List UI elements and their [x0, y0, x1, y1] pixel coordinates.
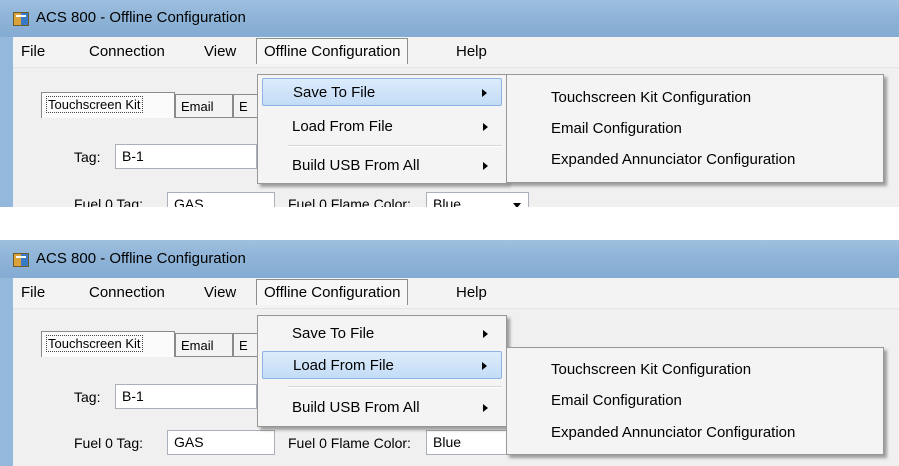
screenshot-panel-save: ACS 800 - Offline Configuration File Con…: [0, 0, 899, 207]
offline-configuration-menu: Save To File Load From File Build USB Fr…: [257, 315, 507, 427]
menu-save-to-file[interactable]: Save To File: [262, 320, 502, 348]
tab-email[interactable]: Email: [175, 333, 233, 357]
load-from-file-label: Load From File: [292, 118, 393, 135]
fuel0-flame-color-select[interactable]: Blue: [426, 192, 529, 207]
menu-offline-configuration[interactable]: Offline Configuration: [256, 38, 409, 64]
menu-file[interactable]: File: [21, 43, 45, 60]
title-bar: ACS 800 - Offline Configuration: [0, 0, 899, 37]
tag-input[interactable]: B-1: [115, 144, 257, 169]
menu-help[interactable]: Help: [456, 43, 487, 60]
menu-build-usb-from-all[interactable]: Build USB From All: [262, 394, 502, 422]
tab-touchscreen-kit[interactable]: Touchscreen Kit: [41, 331, 175, 357]
menu-load-from-file[interactable]: Load From File: [262, 113, 502, 141]
window-frame: [0, 278, 13, 466]
window-title: ACS 800 - Offline Configuration: [36, 9, 246, 26]
fuel0-tag-label: Fuel 0 Tag:: [74, 435, 144, 451]
submenu-expanded-annunciator-configuration[interactable]: Expanded Annunciator Configuration: [551, 151, 795, 168]
submenu-arrow-icon: [482, 362, 487, 370]
fuel0-tag-input[interactable]: GAS: [167, 192, 275, 207]
menu-connection[interactable]: Connection: [89, 43, 165, 60]
save-to-file-label: Save To File: [293, 84, 376, 101]
tag-label: Tag:: [74, 389, 101, 405]
tab-touchscreen-kit[interactable]: Touchscreen Kit: [41, 92, 175, 118]
fuel0-flame-color-value: Blue: [433, 434, 462, 450]
tab-email[interactable]: Email: [175, 94, 233, 118]
submenu-touchscreen-kit-configuration[interactable]: Touchscreen Kit Configuration: [551, 89, 751, 106]
menu-file[interactable]: File: [21, 284, 45, 301]
menu-bar: File Connection View Offline Configurati…: [13, 37, 899, 68]
submenu-arrow-icon: [483, 123, 488, 131]
submenu-arrow-icon: [483, 162, 488, 170]
menu-build-usb-from-all[interactable]: Build USB From All: [262, 152, 502, 180]
fuel0-tag-input[interactable]: GAS: [167, 430, 275, 455]
menu-load-from-file[interactable]: Load From File: [262, 351, 502, 379]
menu-view[interactable]: View: [204, 284, 236, 301]
offline-configuration-menu: Save To File Load From File Build USB Fr…: [257, 74, 507, 184]
menu-separator: [288, 386, 502, 388]
submenu-arrow-icon: [483, 330, 488, 338]
menu-connection[interactable]: Connection: [89, 284, 165, 301]
window-title: ACS 800 - Offline Configuration: [36, 250, 246, 267]
app-icon: [13, 253, 29, 267]
load-from-file-submenu: Touchscreen Kit Configuration Email Conf…: [506, 347, 884, 455]
save-to-file-submenu: Touchscreen Kit Configuration Email Conf…: [506, 74, 884, 183]
menu-separator: [288, 145, 502, 147]
submenu-arrow-icon: [482, 89, 487, 97]
fuel0-flame-color-value: Blue: [433, 196, 462, 207]
menu-bar: File Connection View Offline Configurati…: [13, 278, 899, 309]
app-icon: [13, 12, 29, 26]
menu-offline-configuration[interactable]: Offline Configuration: [256, 279, 409, 305]
screenshot-panel-load: ACS 800 - Offline Configuration File Con…: [0, 240, 899, 466]
menu-help[interactable]: Help: [456, 284, 487, 301]
menu-view[interactable]: View: [204, 43, 236, 60]
menu-save-to-file[interactable]: Save To File: [262, 78, 502, 106]
panel-gap: [0, 207, 899, 231]
fuel0-flame-color-label: Fuel 0 Flame Color:: [288, 435, 411, 451]
fuel0-tag-label: Fuel 0 Tag:: [74, 196, 144, 207]
title-bar: ACS 800 - Offline Configuration: [0, 240, 899, 278]
build-usb-from-all-label: Build USB From All: [292, 157, 420, 174]
window-frame: [0, 37, 13, 207]
fuel0-flame-color-label: Fuel 0 Flame Color:: [288, 196, 411, 207]
submenu-email-configuration[interactable]: Email Configuration: [551, 392, 682, 409]
submenu-arrow-icon: [483, 404, 488, 412]
submenu-expanded-annunciator-configuration[interactable]: Expanded Annunciator Configuration: [551, 424, 795, 441]
build-usb-from-all-label: Build USB From All: [292, 399, 420, 416]
load-from-file-label: Load From File: [293, 357, 394, 374]
tag-label: Tag:: [74, 149, 101, 165]
submenu-email-configuration[interactable]: Email Configuration: [551, 120, 682, 137]
save-to-file-label: Save To File: [292, 325, 375, 342]
submenu-touchscreen-kit-configuration[interactable]: Touchscreen Kit Configuration: [551, 361, 751, 378]
tag-input[interactable]: B-1: [115, 384, 257, 409]
